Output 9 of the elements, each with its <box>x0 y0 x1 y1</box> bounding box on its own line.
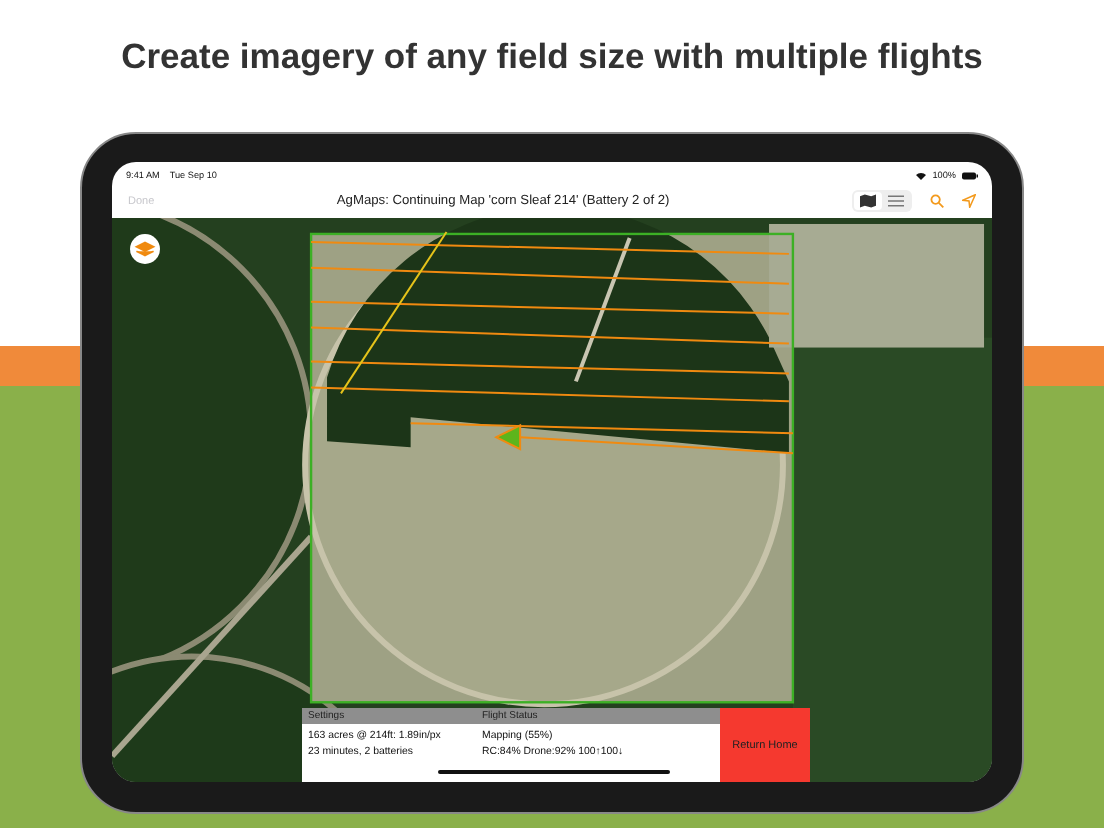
map-view-button[interactable] <box>854 192 882 210</box>
headline: Create imagery of any field size with multiple flights <box>119 34 985 80</box>
wifi-icon <box>916 171 927 179</box>
location-arrow-icon[interactable] <box>962 194 976 208</box>
search-icon[interactable] <box>930 194 944 208</box>
drone-arrow-icon <box>494 423 522 451</box>
layers-button[interactable] <box>130 234 160 264</box>
list-view-button[interactable] <box>882 192 910 210</box>
battery-icon <box>962 171 978 179</box>
